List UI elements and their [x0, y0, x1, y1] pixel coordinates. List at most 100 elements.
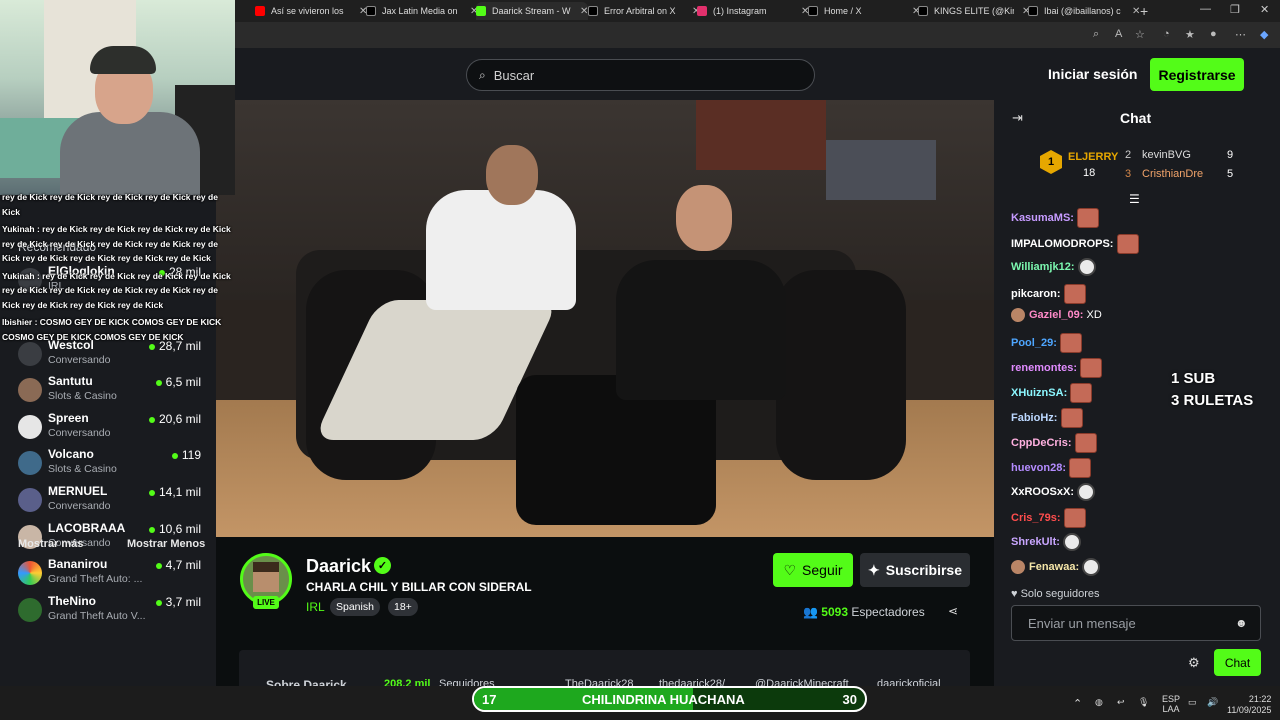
- avatar: [18, 342, 42, 366]
- emote-icon: [1069, 458, 1092, 478]
- search-input[interactable]: ⌕ Buscar: [466, 59, 815, 91]
- restore-icon[interactable]: ❐: [1230, 3, 1240, 16]
- show-less-button[interactable]: Mostrar Menos: [127, 538, 205, 550]
- ghost-emote-icon: [1082, 558, 1101, 576]
- browser-tab[interactable]: KINGS ELITE (@Kin ✕: [918, 2, 1030, 20]
- ghost-emote-icon: [1077, 258, 1096, 276]
- chat-message: IMPALOMODROPS:: [1011, 234, 1139, 254]
- live-dot-icon: [155, 562, 162, 569]
- collapse-chat-icon[interactable]: ⇥: [1012, 110, 1023, 126]
- extension-icon[interactable]: ◔: [1163, 28, 1170, 40]
- rank-2-badge: 2: [1125, 149, 1132, 161]
- x-icon: [588, 6, 598, 16]
- category-link[interactable]: IRL: [306, 600, 325, 614]
- sidebar-channel[interactable]: TheNino Grand Theft Auto V... 3,7 mil: [18, 594, 208, 628]
- streamer-name[interactable]: Daarick: [306, 556, 371, 577]
- chat-message: renemontes:: [1011, 358, 1103, 378]
- leader-name[interactable]: ELJERRY: [1068, 151, 1118, 163]
- profile-icon[interactable]: ●: [1210, 28, 1217, 40]
- login-button[interactable]: Iniciar sesión: [1048, 66, 1137, 82]
- sidebar-channel[interactable]: MERNUEL Conversando 14,1 mil: [18, 484, 208, 518]
- about-panel: Sobre Daarick 208,2 mil Seguidores TheDa…: [239, 650, 970, 692]
- copilot-icon[interactable]: ◆: [1260, 28, 1268, 41]
- user-avatar-icon: [1011, 560, 1025, 574]
- share-icon[interactable]: ⋖: [948, 604, 958, 618]
- read-aloud-icon[interactable]: A: [1115, 28, 1122, 40]
- back-icon[interactable]: ↩: [1117, 697, 1125, 708]
- sidebar-channel[interactable]: Volcano Slots & Casino 119: [18, 447, 208, 481]
- expand-leaderboard-icon[interactable]: ☰: [1129, 192, 1140, 206]
- chat-message: Williamjk12:: [1011, 258, 1096, 276]
- browser-tab[interactable]: Así se vivieron los ✕: [255, 2, 367, 20]
- sidebar-channel[interactable]: Santutu Slots & Casino 6,5 mil: [18, 374, 208, 408]
- browser-tab[interactable]: (1) Instagram ✕: [697, 2, 809, 20]
- avatar: [18, 378, 42, 402]
- emote-icon: [1059, 333, 1082, 353]
- leader-name[interactable]: kevinBVG: [1142, 149, 1191, 161]
- favorites-icon[interactable]: ★: [1185, 28, 1195, 41]
- emote-icon: [1070, 383, 1093, 403]
- network-icon[interactable]: ◍: [1095, 697, 1103, 708]
- youtube-icon: [255, 6, 265, 16]
- display-icon[interactable]: ▭: [1188, 697, 1197, 708]
- live-dot-icon: [155, 599, 162, 606]
- browser-tab-active[interactable]: Daarick Stream - W ✕: [476, 2, 589, 20]
- minimize-icon[interactable]: —: [1200, 3, 1211, 15]
- browser-tab[interactable]: Ibai (@ibaillanos) c ✕: [1028, 2, 1140, 20]
- chevron-up-icon[interactable]: ⌃: [1073, 697, 1082, 710]
- x-icon: [918, 6, 928, 16]
- stream-title: CHARLA CHIL Y BILLAR CON SIDERAL: [306, 580, 532, 594]
- clock[interactable]: 21:22 11/09/2025: [1227, 694, 1271, 716]
- more-menu-icon[interactable]: ⋯: [1235, 28, 1246, 41]
- goal-progress-bar: 17 CHILINDRINA HUACHANA 30: [472, 686, 867, 712]
- sidebar-channel[interactable]: Bananirou Grand Theft Auto: ... 4,7 mil: [18, 557, 208, 591]
- emote-icon: [1060, 408, 1083, 428]
- tag-age[interactable]: 18+: [388, 598, 418, 616]
- live-badge: LIVE: [253, 596, 279, 609]
- x-icon: [366, 6, 376, 16]
- volume-icon[interactable]: 🔊: [1207, 697, 1218, 708]
- chat-message: Gaziel_09: XD: [1011, 308, 1102, 322]
- chat-message: XxROOSxX:: [1011, 483, 1096, 501]
- address-bar-area: ⌕ A ☆ ◔ ★ ● ⋯ ◆: [235, 22, 1280, 48]
- favorite-star-icon[interactable]: ☆: [1135, 28, 1145, 41]
- emoji-icon[interactable]: ☻: [1235, 616, 1248, 630]
- browser-tab[interactable]: Home / X ✕: [808, 2, 920, 20]
- user-avatar-icon: [1011, 308, 1025, 322]
- follow-button[interactable]: ♡ Seguir: [773, 553, 853, 587]
- emote-icon: [1074, 433, 1097, 453]
- emote-icon: [1080, 358, 1103, 378]
- tag-language[interactable]: Spanish: [330, 598, 380, 616]
- verified-icon: ✓: [374, 557, 391, 574]
- mic-icon[interactable]: 🎙: [1138, 697, 1149, 708]
- chat-message: Pool_29:: [1011, 333, 1082, 353]
- sparkle-icon: ✦: [868, 561, 880, 578]
- register-button[interactable]: Registrarse: [1150, 58, 1244, 91]
- send-chat-button[interactable]: Chat: [1214, 649, 1261, 676]
- new-tab-icon[interactable]: +: [1140, 3, 1148, 19]
- leader-name[interactable]: CristhianDre: [1142, 168, 1203, 180]
- live-dot-icon: [148, 489, 155, 496]
- sidebar-channel[interactable]: Spreen Conversando 20,6 mil: [18, 411, 208, 445]
- x-icon: [808, 6, 818, 16]
- heart-icon: ♡: [783, 561, 797, 578]
- leader-value: 9: [1227, 149, 1234, 161]
- browser-tab[interactable]: Jax Latin Media on ✕: [366, 2, 478, 20]
- language-indicator[interactable]: ESP LAA: [1162, 694, 1180, 714]
- close-window-icon[interactable]: ✕: [1260, 3, 1269, 16]
- show-more-button[interactable]: Mostrar más: [18, 538, 83, 550]
- chat-message: Fenawaa:: [1011, 558, 1101, 576]
- avatar: [18, 415, 42, 439]
- emote-icon: [1063, 508, 1086, 528]
- viewer-count: 👥 5093 Espectadores: [803, 605, 925, 619]
- kick-icon: [476, 6, 486, 16]
- browser-tab[interactable]: Error Arbitral on X✕: [588, 2, 700, 20]
- zoom-icon[interactable]: ⌕: [1093, 28, 1099, 41]
- emote-icon: [1077, 208, 1100, 228]
- video-player[interactable]: [216, 100, 994, 537]
- gear-icon[interactable]: ⚙: [1188, 655, 1200, 671]
- chat-message-input[interactable]: Enviar un mensaje: [1011, 605, 1261, 641]
- chat-message: CppDeCris:: [1011, 433, 1097, 453]
- goal-label: CHILINDRINA HUACHANA: [582, 692, 745, 707]
- subscribe-button[interactable]: ✦ Suscribirse: [860, 553, 970, 587]
